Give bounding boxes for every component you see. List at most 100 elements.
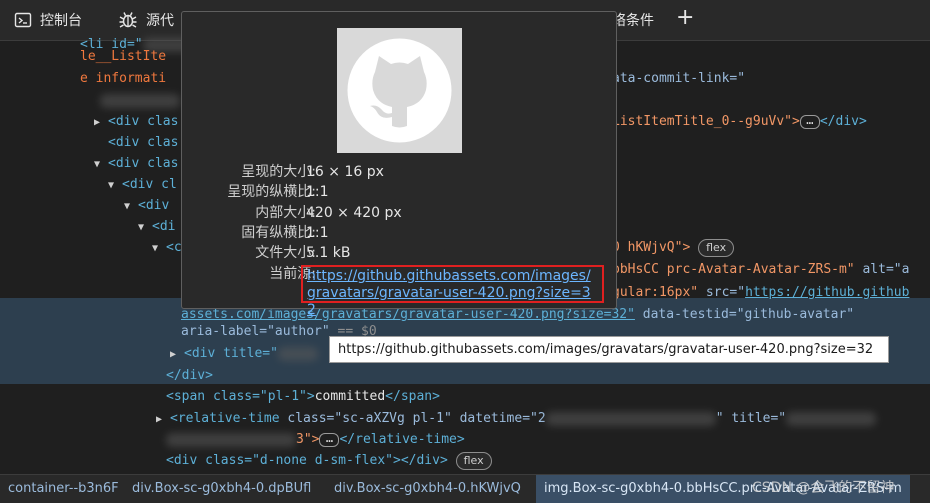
tree-line[interactable]: ListItemTitle_0--g9uVv">… </div> <box>612 111 867 132</box>
info-value: 5.1 kB <box>306 245 351 261</box>
code-text: <relative-time <box>170 411 280 426</box>
collapse-triangle-icon[interactable]: ▼ <box>124 196 138 217</box>
collapse-triangle-icon[interactable]: ▼ <box>94 154 108 175</box>
src-link[interactable]: assets.com/images/gravatars/gravatar-use… <box>181 307 635 322</box>
flex-badge[interactable]: flex <box>455 451 492 470</box>
info-value: 16 × 16 px <box>306 164 384 180</box>
code-text: </div> <box>166 368 213 383</box>
code-text: 3"> <box>296 432 320 447</box>
tree-line[interactable]: le__ListIte <box>80 46 166 67</box>
rendered-size-row: 呈现的大小: 16 × 16 px <box>182 162 616 182</box>
code-text: data-testid="github-avatar" <box>634 307 855 322</box>
tab-console[interactable]: 控制台 <box>14 0 82 40</box>
tree-line[interactable]: ▶ <div title=" <box>170 343 318 364</box>
code-text: ListItemTitle_0--g9uVv"> <box>612 114 800 129</box>
github-avatar-icon <box>347 38 452 143</box>
code-text: <c <box>166 240 182 255</box>
code-text: <div cl <box>122 177 177 192</box>
tree-line[interactable]: ▶ <div clas <box>94 111 178 132</box>
code-text: src=" <box>698 285 746 300</box>
tree-line[interactable]: ▼ <c <box>152 237 182 258</box>
tree-line[interactable]: ▶ <relative-time class="sc-aXZVg pl-1" da… <box>156 408 877 430</box>
code-text: le__ListIte <box>80 49 167 64</box>
tree-line[interactable]: 0 hKWjvQ"> flex <box>612 237 735 258</box>
code-text: aria-label="author" <box>181 324 330 339</box>
watermark: CSDN @会飞的不留神 <box>752 480 895 496</box>
tree-line[interactable]: </div> <box>166 365 213 386</box>
redacted-blur <box>166 432 296 447</box>
tree-line[interactable]: e informati <box>80 68 166 89</box>
add-tab-button[interactable]: + <box>676 6 694 30</box>
tree-line[interactable]: ▼ <di <box>138 216 175 237</box>
tab-network-conditions[interactable]: 络条件 <box>612 0 654 40</box>
code-text: bbHsCC prc-Avatar-Avatar-ZRS-m" <box>612 262 855 277</box>
info-value: 1:1 <box>306 225 329 241</box>
code-text: </relative-time> <box>339 432 465 447</box>
rendered-aspect-row: 呈现的纵横比: 1:1 <box>182 182 616 202</box>
tree-line[interactable]: <span class="pl-1">committed</span> <box>166 386 440 407</box>
collapsed-content-button[interactable]: … <box>319 432 340 447</box>
intrinsic-size-row: 内部大小: 420 × 420 px <box>182 203 616 223</box>
code-text: </div> <box>819 114 867 129</box>
expand-triangle-icon[interactable]: ▶ <box>156 409 170 430</box>
code-text: e informati <box>80 71 167 86</box>
code-text: class="sc-aXZVg pl-1" <box>279 411 452 426</box>
code-text: <div class="d-none d-sm-flex"> <box>166 453 401 468</box>
image-preview-popover: 呈现的大小: 16 × 16 px 呈现的纵横比: 1:1 内部大小: 420 … <box>181 11 617 318</box>
tree-line[interactable]: <div class="d-none d-sm-flex"></div> fle… <box>166 450 492 471</box>
code-text: <span class="pl-1"> <box>166 389 315 404</box>
current-source-link[interactable]: https://github.githubassets.com/images/g… <box>301 265 604 318</box>
code-text: <div title=" <box>184 346 278 361</box>
tree-line[interactable]: ▼ <div clas <box>94 153 178 174</box>
code-text: <di <box>152 219 176 234</box>
redacted-blur <box>786 411 877 426</box>
image-preview <box>337 28 462 153</box>
breadcrumb-item[interactable]: div.Box-sc-g0xbh4-0.hKWjvQ <box>326 475 529 503</box>
code-text: </div> <box>400 453 448 468</box>
intrinsic-aspect-row: 固有纵横比: 1:1 <box>182 223 616 243</box>
code-text: <div clas <box>108 156 179 171</box>
tree-line[interactable]: gular:16px" src="https://github.github <box>612 282 909 303</box>
code-text: committed <box>314 389 386 404</box>
tree-line[interactable]: ▼ <div <box>124 195 169 216</box>
collapse-triangle-icon[interactable]: ▼ <box>108 175 122 196</box>
code-text: ata-commit-link=" <box>612 71 746 86</box>
src-link[interactable]: https://github.github <box>745 285 909 300</box>
tree-line[interactable]: <div clas <box>108 132 178 153</box>
code-text: <div clas <box>108 114 179 129</box>
breadcrumb-item[interactable]: container--b3n6F <box>0 475 127 503</box>
expand-triangle-icon[interactable]: ▶ <box>170 344 184 365</box>
code-text: <div <box>138 198 170 213</box>
bug-icon <box>118 10 138 30</box>
url-tooltip: https://github.githubassets.com/images/g… <box>329 336 889 363</box>
code-text: </span> <box>385 389 440 404</box>
code-text: 0 hKWjvQ"> <box>612 240 691 255</box>
tree-line[interactable]: ata-commit-link=" <box>612 68 745 89</box>
breadcrumb-item[interactable]: div.Box-sc-g0xbh4-0.dpBUfl <box>124 475 319 503</box>
info-label: 固有纵横比: <box>241 225 316 241</box>
redacted-blur <box>277 346 318 361</box>
tree-line[interactable] <box>100 90 180 111</box>
redacted-blur <box>100 93 180 108</box>
tab-sources-label: 源代 <box>146 13 174 29</box>
tree-line[interactable]: bbHsCC prc-Avatar-Avatar-ZRS-m" alt="a <box>612 259 909 280</box>
info-value: 420 × 420 px <box>306 205 402 221</box>
file-size-row: 文件大小: 5.1 kB <box>182 243 616 263</box>
info-value: 1:1 <box>306 184 329 200</box>
collapse-triangle-icon[interactable]: ▼ <box>152 238 166 259</box>
console-icon <box>14 11 32 29</box>
code-text: alt="a <box>854 262 910 277</box>
tree-line[interactable]: 3">… </relative-time> <box>166 429 465 450</box>
code-text: gular:16px" <box>612 285 699 300</box>
info-label: 呈现的纵横比: <box>227 184 316 200</box>
redacted-blur <box>545 411 716 426</box>
expand-triangle-icon[interactable]: ▶ <box>94 112 108 133</box>
collapse-triangle-icon[interactable]: ▼ <box>138 217 152 238</box>
code-text: <div clas <box>108 135 179 150</box>
collapsed-content-button[interactable]: … <box>799 114 820 129</box>
info-label: 呈现的大小: <box>241 164 316 180</box>
flex-badge[interactable]: flex <box>698 238 735 257</box>
tab-network-conditions-label: 络条件 <box>612 13 654 29</box>
tree-line[interactable]: ▼ <div cl <box>108 174 177 195</box>
code-text: " title=" <box>715 411 787 426</box>
